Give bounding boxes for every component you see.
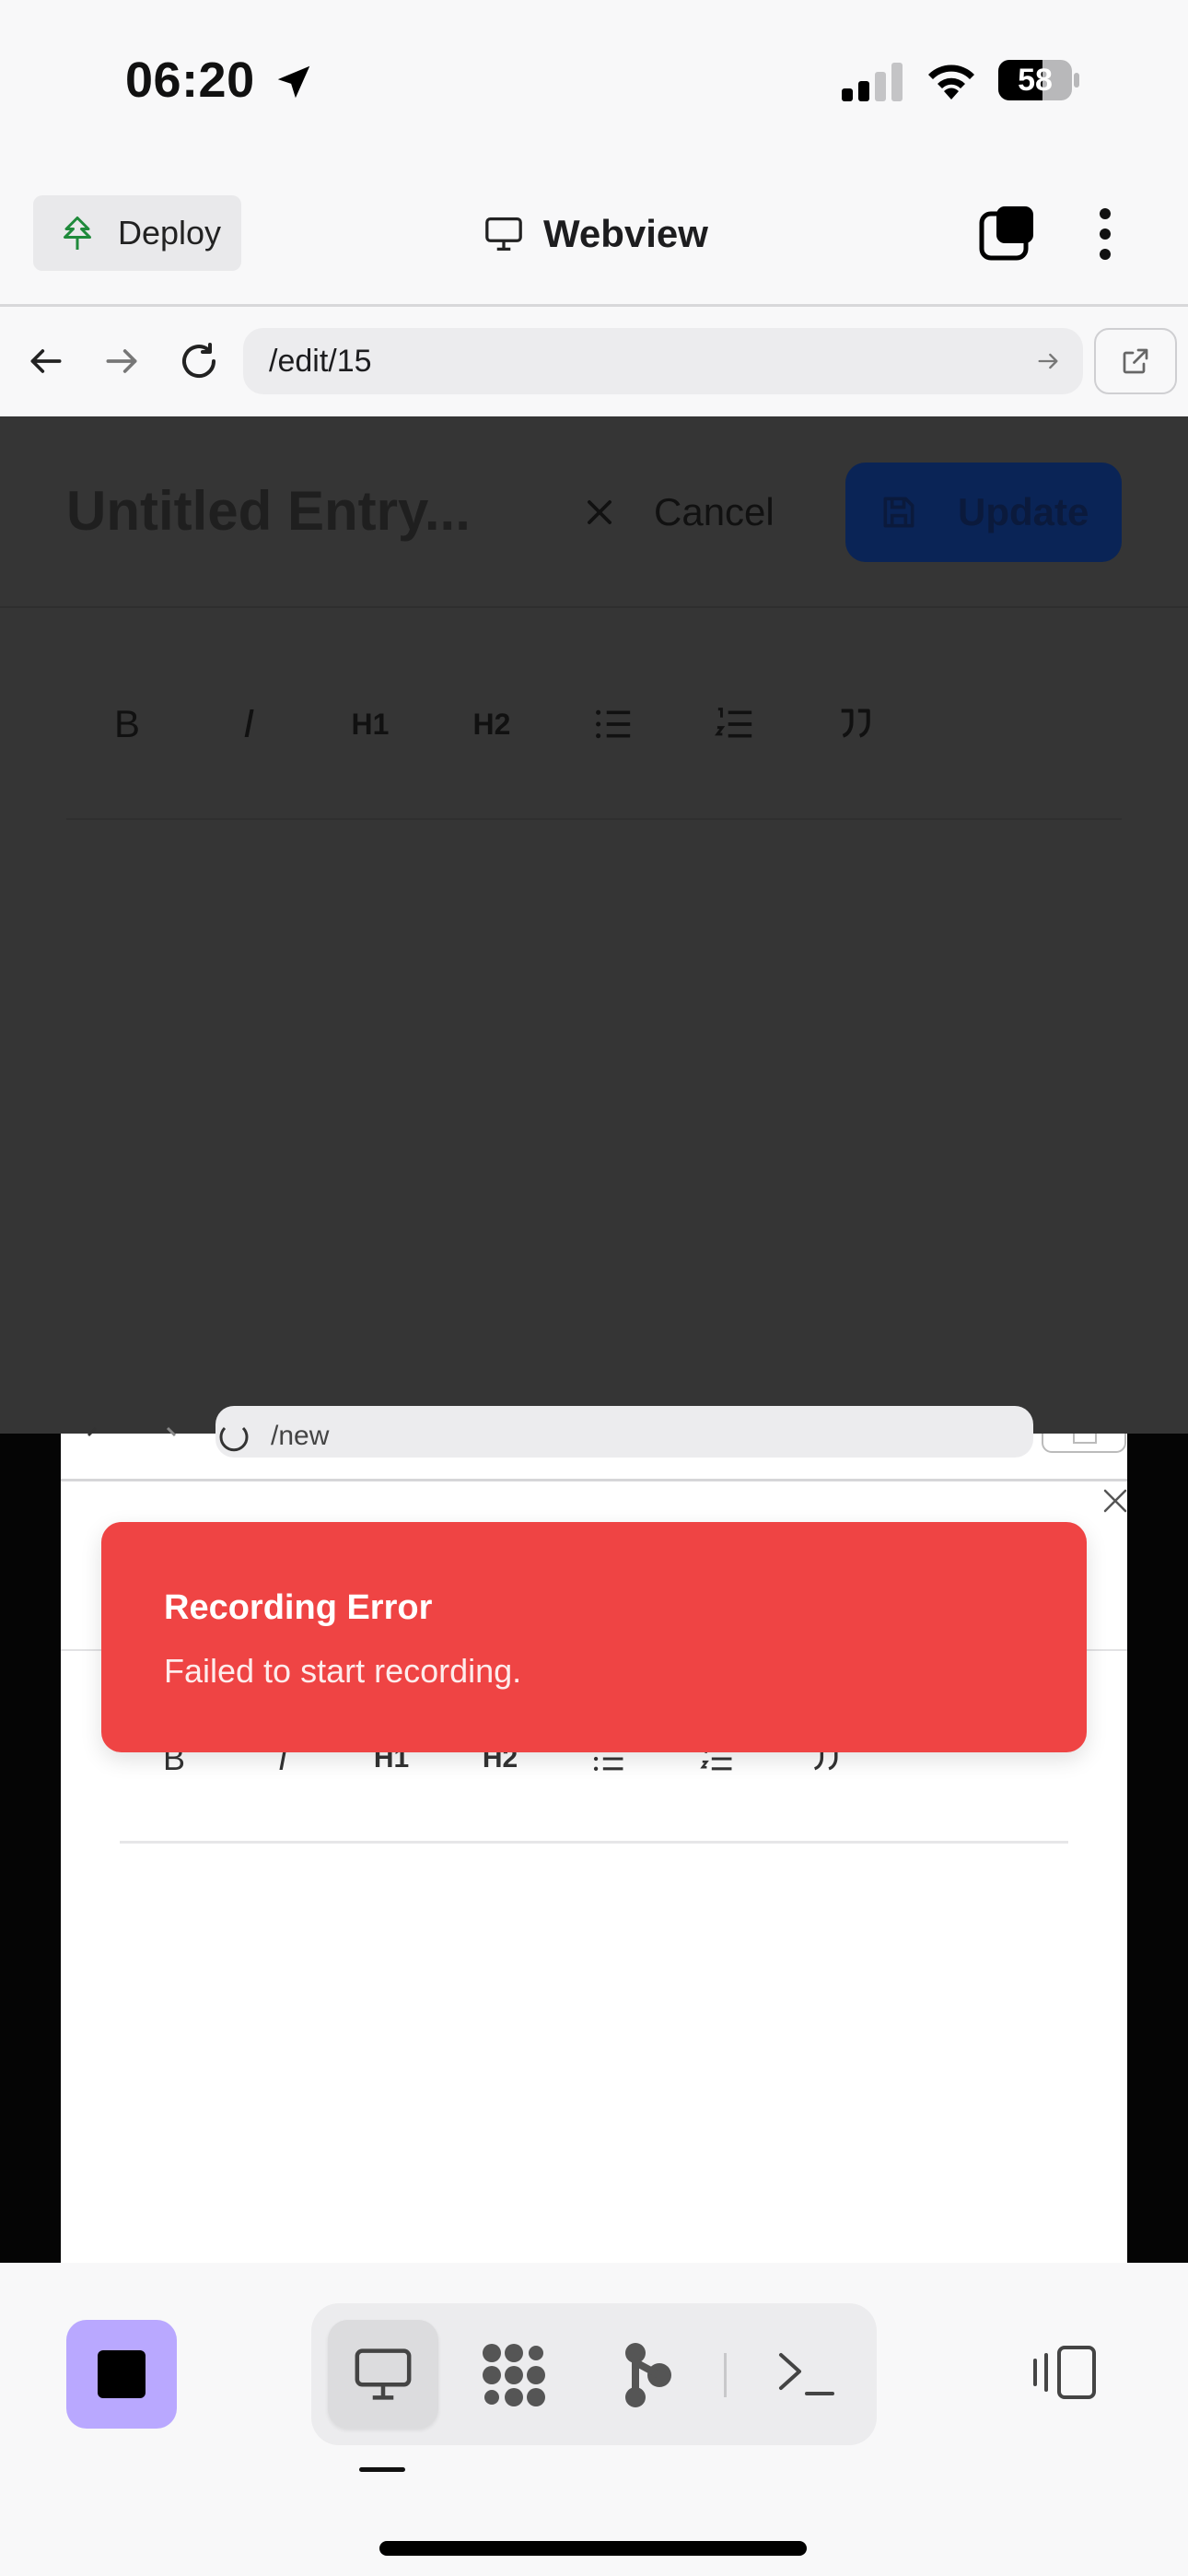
numbered-list-icon	[715, 708, 752, 738]
deploy-label: Deploy	[118, 214, 222, 252]
error-toast[interactable]: Recording Error Failed to start recordin…	[101, 1522, 1087, 1752]
apps-grid-icon[interactable]	[479, 2340, 549, 2410]
external-link-icon	[1123, 348, 1148, 374]
bold-button[interactable]: B	[66, 689, 188, 759]
toast-title: Recording Error	[164, 1588, 433, 1627]
go-arrow-icon[interactable]	[1035, 348, 1061, 374]
heading1-button[interactable]: H1	[309, 689, 431, 759]
bullet-list-button[interactable]	[553, 689, 674, 759]
deploy-tree-icon	[64, 217, 91, 250]
battery-level: 58	[1018, 62, 1053, 98]
update-label: Update	[958, 490, 1089, 533]
webview-title: Webview	[483, 205, 708, 263]
cancel-button[interactable]: Cancel	[582, 479, 775, 545]
cellular-signal-icon	[842, 63, 903, 101]
preview-nav-icons	[87, 1426, 249, 1452]
preview-toolbar-divider	[120, 1841, 1068, 1844]
forward-arrow-icon[interactable]	[101, 341, 142, 381]
status-time: 06:20	[125, 53, 255, 108]
monitor-tab-icon	[355, 2348, 412, 2400]
active-tab-indicator	[359, 2467, 405, 2472]
bold-label: B	[113, 702, 140, 745]
url-input[interactable]: /edit/15	[243, 328, 1083, 394]
italic-label: I	[242, 701, 255, 746]
bullet-list-icon	[596, 709, 631, 739]
webview-dim-overlay	[0, 416, 1188, 1434]
deploy-flow-icon[interactable]	[623, 2340, 674, 2410]
stop-recording-button[interactable]	[66, 2320, 177, 2429]
tab-separator	[724, 2353, 727, 2397]
header-divider	[0, 606, 1188, 608]
heading2-button[interactable]: H2	[431, 689, 553, 759]
home-indicator	[379, 2541, 807, 2556]
entry-title: Untitled Entry...	[66, 480, 471, 542]
italic-button[interactable]: I	[188, 689, 309, 759]
deploy-button[interactable]: Deploy	[33, 195, 241, 271]
preview-url-path: /new	[271, 1421, 330, 1451]
more-vertical-icon[interactable]	[1090, 206, 1120, 262]
battery-indicator: 58	[998, 60, 1079, 100]
preview-url-field: /new	[215, 1406, 1033, 1458]
save-icon	[883, 497, 914, 528]
panel-toggle-icon[interactable]	[1031, 2344, 1098, 2401]
preview-close-icon	[1103, 1489, 1127, 1513]
tabs-switcher-icon[interactable]	[978, 205, 1037, 263]
reload-icon[interactable]	[177, 339, 221, 383]
cancel-label: Cancel	[654, 490, 775, 533]
close-icon	[588, 500, 611, 524]
stop-icon	[98, 2350, 146, 2398]
quote-button[interactable]	[796, 689, 917, 759]
preview-letterbox-right	[1127, 1434, 1188, 2263]
heading1-label: H1	[351, 707, 390, 741]
webview-title-text: Webview	[543, 212, 708, 255]
update-button[interactable]: Update	[845, 463, 1122, 562]
quote-icon	[841, 708, 870, 738]
back-arrow-icon[interactable]	[26, 341, 66, 381]
preview-letterbox-left	[0, 1434, 61, 2263]
numbered-list-button[interactable]	[674, 689, 796, 759]
monitor-icon	[485, 217, 522, 251]
location-arrow-icon	[277, 65, 310, 99]
wifi-icon	[928, 64, 974, 100]
toast-description: Failed to start recording.	[164, 1652, 522, 1690]
preview-url-divider	[61, 1479, 1127, 1481]
heading2-label: H2	[472, 707, 511, 741]
toolbar-divider	[66, 818, 1122, 820]
preview-external-icon	[1042, 1434, 1126, 1453]
topbar-divider	[0, 304, 1188, 307]
terminal-icon[interactable]	[777, 2349, 834, 2399]
url-path: /edit/15	[269, 343, 372, 379]
editor-toolbar: B I H1 H2	[66, 689, 917, 759]
open-external-button[interactable]	[1094, 328, 1177, 394]
